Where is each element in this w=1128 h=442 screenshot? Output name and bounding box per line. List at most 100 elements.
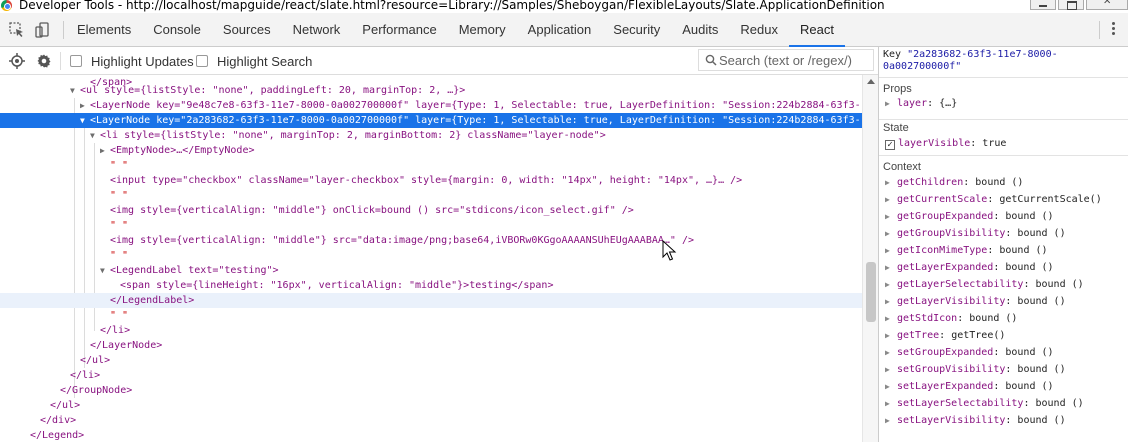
tree-row[interactable]: </ul> [0, 398, 862, 413]
search-input[interactable] [719, 52, 869, 68]
context-row[interactable]: ▶ getTree: getTree() [885, 329, 1005, 343]
highlight-search-checkbox[interactable]: Highlight Search [196, 54, 312, 69]
collapse-arrow-icon[interactable]: ▶ [80, 98, 88, 113]
expand-arrow-icon[interactable]: ▼ [80, 113, 88, 128]
context-row[interactable]: ▶ setGroupVisibility: bound () [885, 363, 1066, 377]
tree-row[interactable]: ▼ <LegendLabel text="testing"> [0, 263, 862, 278]
search-box[interactable] [698, 49, 874, 71]
collapse-arrow-icon[interactable]: ▶ [885, 176, 897, 190]
context-row[interactable]: ▶ getChildren: bound () [885, 176, 1023, 190]
expand-arrow-icon[interactable]: ▼ [100, 263, 108, 278]
tree-row[interactable]: ▶ <LayerNode key="9e48c7e8-63f3-11e7-800… [0, 98, 862, 113]
context-name: getGroupExpanded [897, 211, 994, 222]
tree-row[interactable]: " " [0, 308, 862, 323]
tree-row[interactable]: " " [0, 158, 862, 173]
expand-arrow-icon[interactable]: ▼ [90, 128, 98, 143]
scroll-up-icon[interactable] [867, 79, 875, 84]
tab-console[interactable]: Console [142, 13, 212, 47]
tree-row-hovered[interactable]: </LegendLabel> [0, 293, 862, 308]
collapse-arrow-icon[interactable]: ▶ [885, 346, 897, 360]
highlight-updates-checkbox[interactable]: Highlight Updates [70, 54, 194, 69]
tab-performance[interactable]: Performance [351, 13, 447, 47]
collapse-arrow-icon[interactable]: ▶ [885, 363, 897, 377]
collapse-arrow-icon[interactable]: ▶ [885, 193, 897, 207]
tree-row[interactable]: <img style={verticalAlign: "middle"} src… [0, 233, 862, 248]
layer-visible-checkbox[interactable]: ✓ [885, 140, 895, 150]
tab-security[interactable]: Security [602, 13, 671, 47]
context-row[interactable]: ▶ setLayerExpanded: bound () [885, 380, 1054, 394]
scroll-thumb[interactable] [866, 262, 876, 322]
tab-audits[interactable]: Audits [671, 13, 729, 47]
device-toolbar-icon[interactable] [34, 22, 50, 38]
collapse-arrow-icon[interactable]: ▶ [885, 210, 897, 224]
target-icon[interactable] [9, 53, 25, 69]
minimize-icon[interactable] [1030, 0, 1056, 10]
state-row[interactable]: ✓ layerVisible: true [885, 137, 1006, 151]
tree-row[interactable]: </ul> [0, 353, 862, 368]
collapse-arrow-icon[interactable]: ▶ [885, 380, 897, 394]
tree-row[interactable]: </li> [0, 323, 862, 338]
tree-row[interactable]: </div> [0, 413, 862, 428]
collapse-arrow-icon[interactable]: ▶ [885, 312, 897, 326]
tab-redux[interactable]: Redux [729, 13, 789, 47]
collapse-arrow-icon[interactable]: ▶ [885, 278, 897, 292]
tree-row[interactable]: ▼ <ul style={listStyle: "none", paddingL… [0, 83, 862, 98]
context-row[interactable]: ▶ setLayerVisibility: bound () [885, 414, 1066, 428]
tree-text: <img style={verticalAlign: "middle"} src… [110, 235, 694, 246]
gear-icon[interactable] [36, 53, 52, 69]
tab-application[interactable]: Application [517, 13, 603, 47]
highlight-search-label: Highlight Search [217, 54, 313, 69]
close-icon[interactable] [1086, 0, 1128, 10]
tree-text: </ul> [50, 400, 81, 411]
context-row[interactable]: ▶ setLayerSelectability: bound () [885, 397, 1084, 411]
checkbox-box[interactable] [70, 55, 82, 67]
collapse-arrow-icon[interactable]: ▶ [885, 244, 897, 258]
context-value: getCurrentScale() [999, 194, 1102, 205]
tree-row[interactable]: ▶ <EmptyNode>…</EmptyNode> [0, 143, 862, 158]
context-row[interactable]: ▶ getLayerVisibility: bound () [885, 295, 1066, 309]
tree-row[interactable]: </GroupNode> [0, 383, 862, 398]
checkbox-box[interactable] [196, 55, 208, 67]
collapse-arrow-icon[interactable]: ▶ [885, 397, 897, 411]
context-row[interactable]: ▶ getIconMimeType: bound () [885, 244, 1048, 258]
tab-react[interactable]: React [788, 13, 845, 47]
tree-text: <LegendLabel text="testing"> [110, 265, 279, 276]
tab-memory[interactable]: Memory [448, 13, 517, 47]
tree-row[interactable]: ▼ <li style={listStyle: "none", marginTo… [0, 128, 862, 143]
context-row[interactable]: ▶ getCurrentScale: getCurrentScale() [885, 193, 1102, 207]
tab-sources[interactable]: Sources [212, 13, 282, 47]
tree-row[interactable]: <span style={lineHeight: "16px", vertica… [0, 278, 862, 293]
collapse-arrow-icon[interactable]: ▶ [885, 329, 897, 343]
tree-scrollbar[interactable] [862, 75, 878, 442]
context-row[interactable]: ▶ setGroupExpanded: bound () [885, 346, 1054, 360]
tree-row[interactable]: <img style={verticalAlign: "middle"} onC… [0, 203, 862, 218]
tree-row[interactable]: </Legend> [0, 428, 862, 442]
collapse-arrow-icon[interactable]: ▶ [885, 261, 897, 275]
tab-network[interactable]: Network [282, 13, 352, 47]
expand-arrow-icon[interactable]: ▼ [70, 83, 78, 98]
collapse-arrow-icon[interactable]: ▶ [885, 227, 897, 241]
tree-row[interactable]: " " [0, 188, 862, 203]
collapse-arrow-icon[interactable]: ▶ [885, 295, 897, 309]
tree-row[interactable]: <input type="checkbox" className="layer-… [0, 173, 862, 188]
collapse-arrow-icon[interactable]: ▶ [885, 414, 897, 428]
tree-text: </li> [70, 370, 101, 381]
inspect-element-icon[interactable] [9, 22, 25, 38]
tree-row[interactable]: </li> [0, 368, 862, 383]
tree-row[interactable]: " " [0, 248, 862, 263]
tree-text: <input type="checkbox" className="layer-… [110, 175, 743, 186]
tree-row[interactable]: " " [0, 218, 862, 233]
context-row[interactable]: ▶ getGroupVisibility: bound () [885, 227, 1066, 241]
collapse-arrow-icon[interactable]: ▶ [885, 97, 897, 111]
context-row[interactable]: ▶ getStdIcon: bound () [885, 312, 1017, 326]
tree-row-selected[interactable]: ▼ <LayerNode key="2a283682-63f3-11e7-800… [0, 113, 862, 128]
tree-row[interactable]: </LayerNode> [0, 338, 862, 353]
maximize-icon[interactable] [1058, 0, 1084, 10]
collapse-arrow-icon[interactable]: ▶ [100, 143, 108, 158]
kebab-menu-icon[interactable] [1112, 22, 1116, 38]
context-row[interactable]: ▶ getLayerSelectability: bound () [885, 278, 1084, 292]
tab-elements[interactable]: Elements [66, 13, 142, 47]
context-row[interactable]: ▶ getLayerExpanded: bound () [885, 261, 1054, 275]
prop-row[interactable]: ▶ layer: {…} [885, 97, 957, 111]
context-row[interactable]: ▶ getGroupExpanded: bound () [885, 210, 1054, 224]
